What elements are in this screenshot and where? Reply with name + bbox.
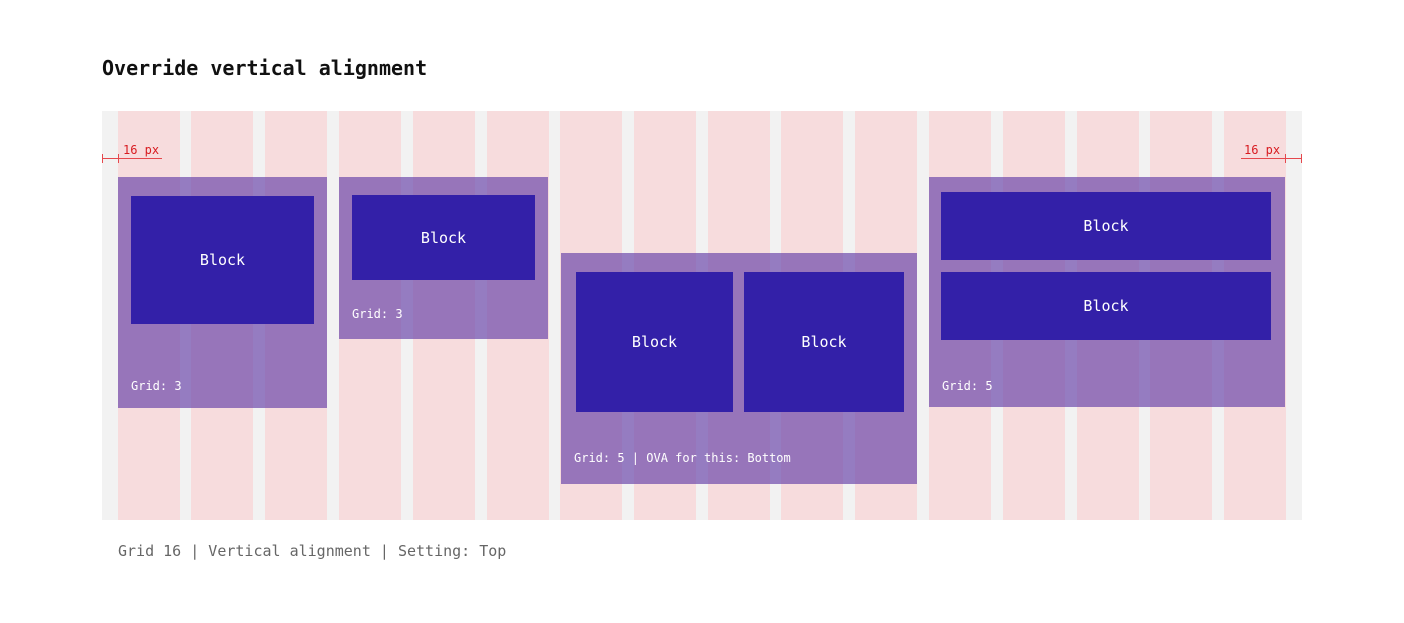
caption: Grid 16 | Vertical alignment | Setting: … [118, 542, 507, 560]
block: Block [352, 195, 535, 280]
grid-group: Block Grid: 3 [118, 177, 327, 408]
grid-group: Block Grid: 3 [339, 177, 548, 339]
group-label: Grid: 5 [942, 379, 993, 393]
block: Block [941, 192, 1271, 260]
grid-group: Block Block Grid: 5 | OVA for this: Bott… [561, 253, 917, 484]
block: Block [131, 196, 314, 324]
block: Block [744, 272, 904, 412]
block: Block [576, 272, 733, 412]
margin-measure-right-label: 16 px [1244, 143, 1281, 157]
grid-group: Block Block Grid: 5 [929, 177, 1285, 407]
margin-measure-left-label: 16 px [123, 143, 160, 157]
block: Block [941, 272, 1271, 340]
margin-measure-left [102, 154, 162, 163]
group-label: Grid: 5 | OVA for this: Bottom [574, 451, 791, 465]
group-label: Grid: 3 [131, 379, 182, 393]
page-title: Override vertical alignment [102, 56, 428, 80]
group-label: Grid: 3 [352, 307, 403, 321]
grid-canvas: 16 px 16 px Block Grid: 3 Block Grid: 3 … [102, 111, 1302, 520]
margin-measure-right [1241, 154, 1302, 163]
